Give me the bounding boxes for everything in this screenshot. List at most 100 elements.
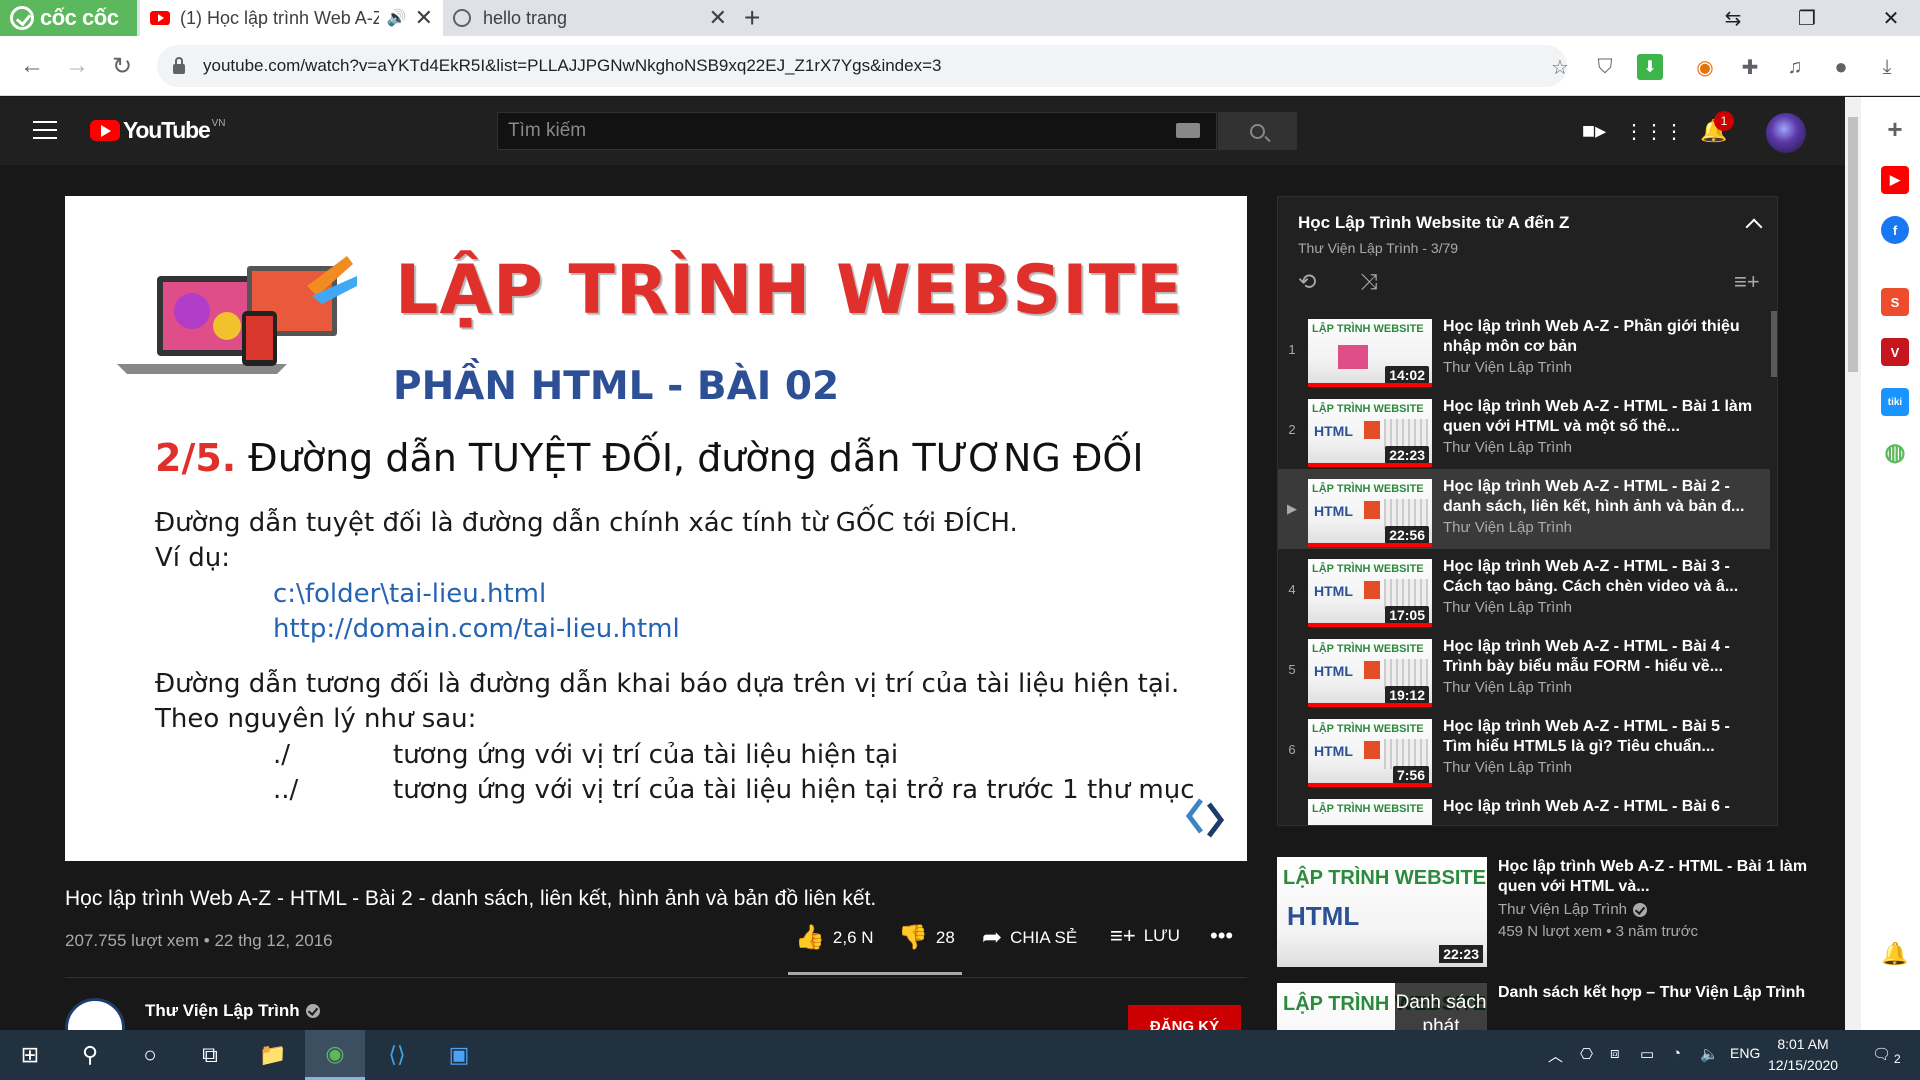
recommended-mix[interactable]: LẬP TRÌNH WEBSITE Danh sách phát Danh sá… — [1277, 983, 1837, 1030]
keyboard-icon[interactable] — [1176, 123, 1200, 138]
sidebar-bell-icon[interactable]: 🔔 — [1881, 940, 1909, 968]
watched-progress — [1308, 543, 1432, 547]
playlist-item[interactable]: 2 LẬP TRÌNH WEBSITE HTML 22:23 Học lập t… — [1278, 389, 1770, 469]
playlist-item[interactable]: 6 LẬP TRÌNH WEBSITE HTML 7:56 Học lập tr… — [1278, 709, 1770, 789]
menu-icon[interactable] — [33, 121, 57, 139]
download-icon[interactable]: ⬇ — [1637, 54, 1663, 80]
volume-icon[interactable]: 🔈 — [1700, 1045, 1719, 1063]
action-center-icon[interactable]: 🗨 — [1872, 1045, 1891, 1063]
cortana-icon[interactable]: ○ — [120, 1030, 180, 1080]
youtube-logo[interactable]: YouTube VN — [90, 117, 225, 144]
playlist-scrollbar[interactable] — [1771, 311, 1777, 377]
task-view-icon[interactable]: ⧉ — [180, 1030, 240, 1080]
video-player[interactable]: LẬP TRÌNH WEBSITE PHẦN HTML - BÀI 02 2/5… — [65, 196, 1247, 861]
audio-playing-icon[interactable]: 🔊 — [387, 8, 407, 28]
bookmark-star-icon[interactable]: ☆ — [1547, 54, 1573, 80]
channel-watermark-icon[interactable] — [1183, 796, 1227, 840]
vscode-icon[interactable]: ⟨⟩ — [367, 1030, 427, 1080]
coccoc-taskbar-icon[interactable]: ◉ — [305, 1030, 365, 1080]
thumb-html-text: HTML — [1314, 663, 1353, 679]
shuffle-icon[interactable]: ⤨ — [1360, 269, 1378, 295]
new-tab-button[interactable]: + — [744, 2, 760, 34]
thumb-graphic — [1384, 659, 1428, 689]
clock[interactable]: 8:01 AM 12/15/2020 — [1768, 1034, 1838, 1076]
reload-button[interactable]: ↻ — [104, 48, 140, 84]
scrollbar-thumb[interactable] — [1848, 117, 1858, 372]
video-meta: 207.755 lượt xem • 22 thg 12, 2016 — [65, 931, 333, 950]
address-bar[interactable]: youtube.com/watch?v=aYKTd4EkR5I&list=PLL… — [157, 45, 1567, 87]
tab-hello-trang[interactable]: hello trang ✕ — [443, 0, 737, 36]
playlist-item-current[interactable]: ▶ LẬP TRÌNH WEBSITE HTML 22:56 Học lập t… — [1278, 469, 1770, 549]
tray-app-icon[interactable]: ⎔ — [1580, 1045, 1593, 1063]
search-icon[interactable]: ⚲ — [60, 1030, 120, 1080]
playlist-item-title: Học lập trình Web A-Z - HTML - Bài 2 - d… — [1443, 478, 1745, 515]
close-window-button[interactable]: ✕ — [1866, 0, 1916, 36]
wifi-icon[interactable]: ◔ — [1672, 1045, 1681, 1062]
maximize-button[interactable]: ❐ — [1782, 0, 1832, 36]
extension-ring-icon[interactable]: ◉ — [1692, 54, 1718, 80]
profile-icon[interactable]: ● — [1828, 54, 1854, 80]
playlist-item[interactable]: 4 LẬP TRÌNH WEBSITE HTML 17:05 Học lập t… — [1278, 549, 1770, 629]
collapse-chevron-icon[interactable] — [1745, 218, 1763, 236]
sidebar-news-icon[interactable]: V — [1881, 338, 1909, 366]
media-control-icon[interactable]: ♫ — [1782, 54, 1808, 80]
recommended-video[interactable]: LẬP TRÌNH WEBSITE HTML 22:23 Học lập trì… — [1277, 857, 1837, 967]
sidebar-tiki-icon[interactable]: tiki — [1881, 388, 1909, 416]
search-button[interactable] — [1218, 112, 1297, 150]
channel-name[interactable]: Thư Viện Lập Trình — [145, 1001, 320, 1021]
playlist-index: 1 — [1288, 341, 1296, 357]
channel-avatar[interactable] — [65, 998, 125, 1030]
start-windows-icon[interactable]: ⊞ — [0, 1030, 60, 1080]
restore-tabs-icon[interactable]: ⇆ — [1708, 0, 1758, 36]
forward-button[interactable]: → — [59, 48, 95, 84]
subscribe-button[interactable]: ĐĂNG KÝ — [1128, 1005, 1241, 1030]
close-tab-icon[interactable]: ✕ — [415, 5, 433, 31]
language-indicator[interactable]: ENG — [1730, 1045, 1760, 1061]
playlist-item[interactable]: 5 LẬP TRÌNH WEBSITE HTML 19:12 Học lập t… — [1278, 629, 1770, 709]
more-actions-icon[interactable]: ••• — [1210, 923, 1233, 949]
tray-chevron-icon[interactable]: ︿ — [1548, 1045, 1563, 1066]
sidebar-add-icon[interactable]: + — [1881, 114, 1909, 144]
shield-icon[interactable]: ⛉ — [1592, 54, 1618, 80]
sidebar-youtube-icon[interactable]: ▶ — [1881, 166, 1909, 194]
share-button[interactable]: ➦ CHIA SẺ — [982, 923, 1077, 952]
search-input[interactable]: Tìm kiếm — [497, 112, 1217, 150]
extensions-puzzle-icon[interactable]: ✚ — [1737, 54, 1763, 80]
save-button[interactable]: ≡+ LƯU — [1110, 923, 1180, 949]
tab-title: (1) Học lập trình Web A-Z - HTML - Bài 2 — [180, 7, 379, 28]
thumb-graphic — [1384, 739, 1428, 769]
globe-icon — [453, 9, 471, 27]
sidebar-facebook-icon[interactable]: f — [1881, 216, 1909, 244]
slide-line: Đường dẫn tương đối là đường dẫn khai bá… — [155, 669, 1180, 699]
duration: 22:56 — [1385, 526, 1429, 544]
create-video-icon[interactable]: ■▸ — [1580, 117, 1608, 145]
sidebar-shopee-icon[interactable]: S — [1881, 288, 1909, 316]
youtube-play-icon — [90, 120, 120, 141]
battery-icon[interactable]: ▭ — [1640, 1045, 1654, 1063]
tray-app-icon[interactable]: ⧈ — [1610, 1045, 1620, 1062]
save-playlist-icon[interactable]: ≡+ — [1734, 269, 1760, 295]
tab-youtube[interactable]: (1) Học lập trình Web A-Z - HTML - Bài 2… — [140, 0, 443, 36]
apps-grid-icon[interactable]: ⋮⋮⋮ — [1624, 117, 1684, 145]
playlist-index: 4 — [1288, 581, 1296, 597]
duration: 19:12 — [1385, 686, 1429, 704]
browser-brand-button[interactable]: cốc cốc — [0, 0, 137, 36]
close-tab-icon[interactable]: ✕ — [709, 5, 727, 31]
page-scrollbar[interactable] — [1845, 97, 1861, 1030]
recommended-thumbnail: LẬP TRÌNH WEBSITE Danh sách phát — [1277, 983, 1487, 1030]
downloads-arrow-icon[interactable]: ⤓ — [1874, 54, 1900, 80]
recommended-meta: 459 N lượt xem • 3 năm trước — [1498, 923, 1699, 940]
like-button[interactable]: 👍 2,6 N — [795, 923, 874, 952]
loop-icon[interactable]: ⟲ — [1298, 269, 1316, 295]
back-button[interactable]: ← — [14, 48, 50, 84]
photos-icon[interactable]: ▣ — [429, 1030, 489, 1080]
file-explorer-icon[interactable]: 📁 — [243, 1030, 303, 1080]
playlist-title[interactable]: Học Lập Trình Website từ A đến Z — [1298, 213, 1569, 233]
sidebar-coccoc-icon[interactable]: ◍ — [1881, 438, 1909, 466]
dislike-button[interactable]: 👎 28 — [898, 923, 955, 952]
playlist-subtitle: Thư Viện Lập Trình - 3/79 — [1298, 240, 1459, 256]
playlist-item[interactable]: LẬP TRÌNH WEBSITE Học lập trình Web A-Z … — [1278, 789, 1770, 825]
playlist-item[interactable]: 1 LẬP TRÌNH WEBSITE 14:02 Học lập trình … — [1278, 309, 1770, 389]
account-avatar[interactable] — [1766, 113, 1806, 153]
thumb-html-text: HTML — [1287, 901, 1360, 931]
